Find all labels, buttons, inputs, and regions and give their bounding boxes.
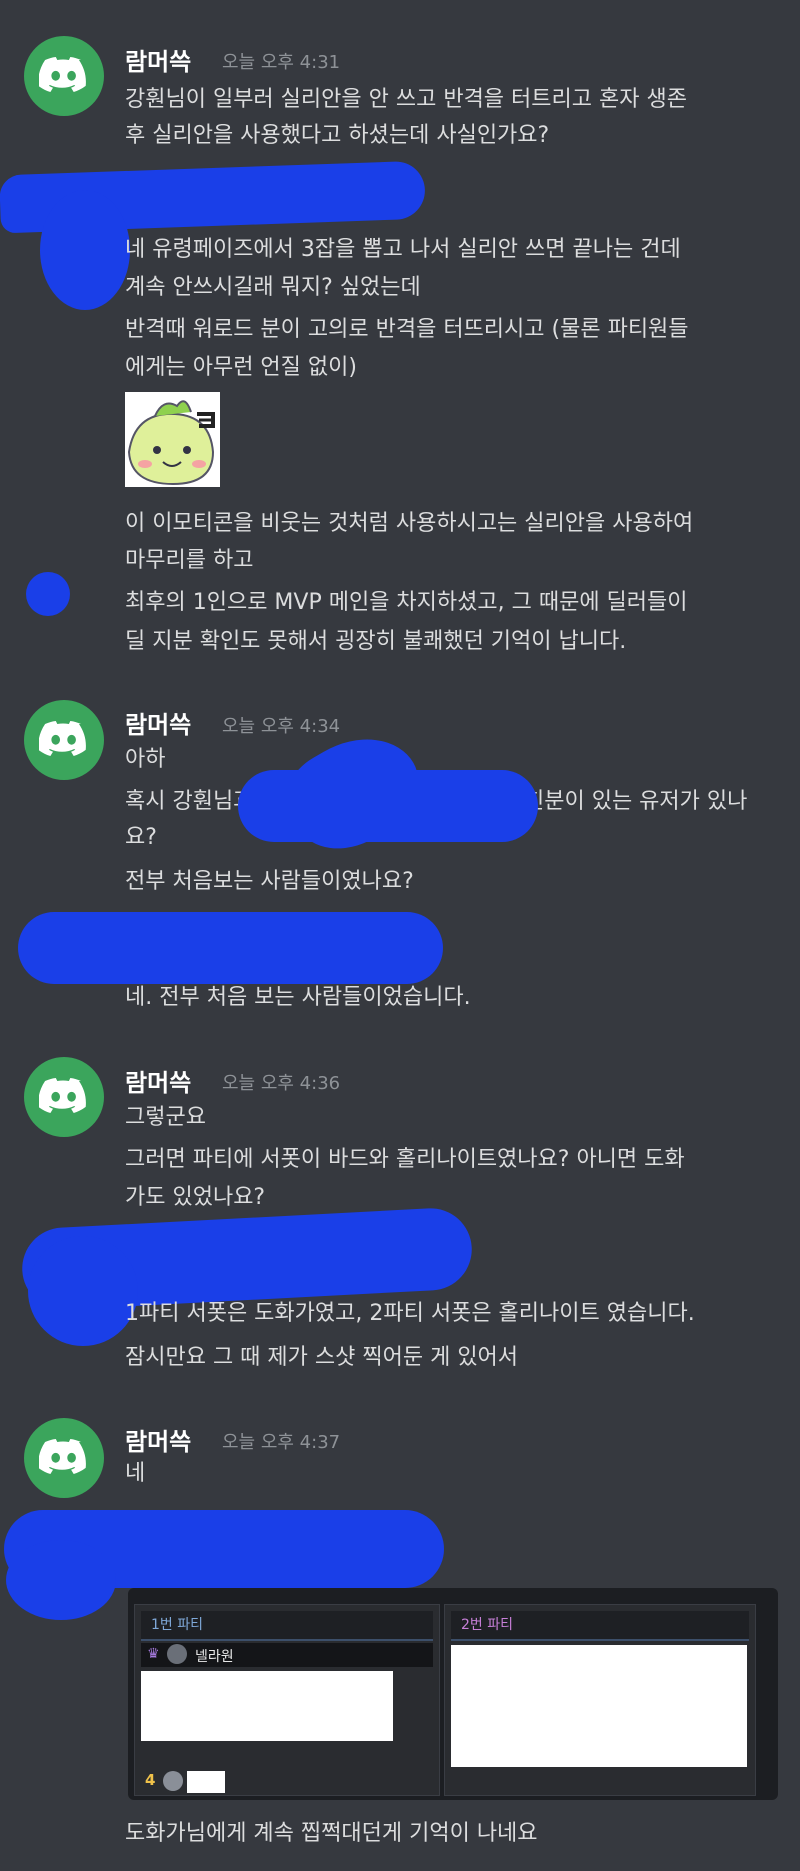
redacted-name [187,1771,225,1793]
avatar[interactable] [24,36,104,116]
party-1-player-name: 넬라원 [195,1649,234,1665]
party-2-panel: 2번 파티 [444,1604,756,1796]
message-line: 가도 있었나요? [125,1185,266,1210]
timestamp: 오늘 오후 4:34 [222,716,341,737]
message-line: 그렇군요 [125,1105,206,1130]
message-line: 도화가님에게 계속 찝쩍대던게 기억이 나네요 [125,1821,538,1846]
redaction-mark [238,770,538,842]
timestamp: 오늘 오후 4:37 [222,1432,341,1453]
party-1-panel: 1번 파티 ♛ 넬라원 4 [134,1604,440,1796]
redaction-mark [6,1540,116,1620]
discord-logo-icon [39,1078,86,1113]
redacted-player-list [451,1645,747,1767]
message-line: 마무리를 하고 [125,548,254,573]
message-line: 혹시 강훤님과 [125,789,254,814]
message-line: 후 실리안을 사용했다고 하셨는데 사실인가요? [125,123,550,148]
username[interactable]: 람머쓱 [125,1422,191,1457]
party-1-label: 1번 파티 [141,1611,433,1641]
timestamp: 오늘 오후 4:36 [222,1073,341,1094]
slot-number: 4 [145,1771,156,1789]
class-emblem-icon [163,1771,183,1791]
discord-logo-icon [39,57,86,92]
message-line: 최후의 1인으로 MVP 메인을 차지하셨고, 그 때문에 딜러들이 [125,590,688,615]
party-1-leader-row: ♛ 넬라원 [141,1643,433,1667]
redaction-mark [28,1236,138,1346]
discord-logo-icon [39,721,86,756]
message-line: 네. 전부 처음 보는 사람들이었습니다. [125,985,471,1010]
emoticon-image[interactable] [125,392,220,487]
message-line: 네 [125,1461,146,1486]
username[interactable]: 람머쓱 [125,42,191,77]
message-line: 1파티 서폿은 도화가였고, 2파티 서폿은 홀리나이트 였습니다. [125,1301,695,1326]
message-line: 강훤님이 일부러 실리안을 안 쓰고 반격을 터트리고 혼자 생존 [125,87,687,112]
crown-icon: ♛ [147,1646,160,1662]
party-1-last-row: 4 [141,1771,433,1793]
screenshot-attachment[interactable]: 1번 파티 ♛ 넬라원 4 2번 파티 [128,1588,778,1800]
discord-logo-icon [39,1439,86,1474]
message-line: 반격때 워로드 분이 고의로 반격을 터뜨리시고 (물론 파티원들 [125,317,689,342]
timestamp: 오늘 오후 4:31 [222,52,341,73]
message-line: 계속 안쓰시길래 뭐지? 싶었는데 [125,275,421,300]
message-line: 아하 [125,747,166,772]
redaction-mark [26,572,70,616]
party-2-label: 2번 파티 [451,1611,749,1641]
redacted-player-list [141,1671,393,1741]
avatar[interactable] [24,700,104,780]
message-line: 그러면 파티에 서폿이 바드와 홀리나이트였나요? 아니면 도화 [125,1147,685,1172]
username[interactable]: 람머쓱 [125,1063,191,1098]
message-line: 전부 처음보는 사람들이였나요? [125,869,414,894]
message-line: 네 유령페이즈에서 3잡을 뽑고 나서 실리안 쓰면 끝나는 건데 [125,237,681,262]
message-line: 잠시만요 그 때 제가 스샷 찍어둔 게 있어서 [125,1345,519,1370]
message-line: 이 이모티콘을 비웃는 것처럼 사용하시고는 실리안을 사용하여 [125,511,694,536]
redaction-mark [18,912,443,984]
class-emblem-icon [167,1644,187,1664]
avatar[interactable] [24,1057,104,1137]
avatar[interactable] [24,1418,104,1498]
redaction-mark [40,190,130,310]
message-line: 요? [125,825,157,850]
emoticon-drawing [125,392,220,487]
message-line: 딜 지분 확인도 못해서 굉장히 불쾌했던 기억이 납니다. [125,629,627,654]
username[interactable]: 람머쓱 [125,705,191,740]
message-line: 친분이 있는 유저가 있나 [524,789,748,814]
message-line: 에게는 아무런 언질 없이) [125,355,357,380]
